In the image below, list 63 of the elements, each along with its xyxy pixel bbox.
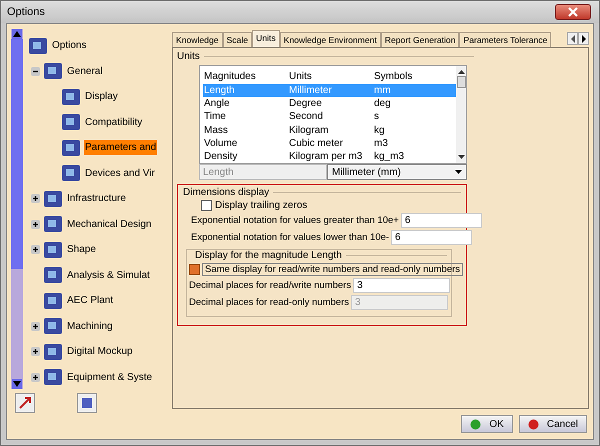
group-title: Display for the magnitude Length	[195, 250, 342, 262]
table-row[interactable]: Angle Degree deg	[203, 97, 456, 110]
table-cell-text: Cubic meter	[288, 138, 344, 149]
group-title: Units	[177, 51, 200, 62]
tree-item[interactable]: Devices and Vir	[84, 166, 156, 181]
window-title: Options	[7, 6, 45, 18]
table-row[interactable]: Volume Cubic meter m3	[203, 136, 456, 150]
tree-item[interactable]: Shape	[66, 242, 97, 258]
table-cell-text: m3	[373, 138, 389, 149]
tree-item[interactable]: AEC Plant	[66, 293, 114, 308]
field-label: Exponential notation for values greater than 10e+	[190, 215, 399, 226]
checkbox-label: Display trailing zeros	[215, 200, 308, 212]
field-label: Exponential notation for values lower than 10e-	[190, 232, 390, 244]
table-cell-text: Time	[203, 111, 227, 122]
unit-dropdown[interactable]: Millimeter (mm)	[327, 164, 467, 180]
input-field[interactable]: 6	[391, 230, 472, 246]
column-header[interactable]: Units	[288, 70, 373, 82]
magnitude-field: Length	[199, 164, 327, 180]
tab[interactable]: Parameters Tolerance	[459, 32, 552, 47]
table-row[interactable]: Density Kilogram per m3 kg_m3	[203, 150, 456, 164]
table-cell-text: deg	[373, 98, 392, 110]
table-cell-text: Mass	[203, 124, 229, 136]
tree-item[interactable]: Display	[84, 89, 119, 104]
table-cell-text: Second	[288, 111, 324, 122]
tree-item[interactable]: Mechanical Design	[66, 216, 152, 232]
input-field[interactable]: 6	[400, 213, 482, 228]
checkbox-label: Same display for read/write numbers and read-only numbers	[202, 263, 464, 276]
input-field[interactable]: 3	[353, 278, 450, 294]
table-cell-text: s	[373, 111, 380, 122]
tree-item[interactable]: Machining	[66, 318, 114, 334]
tree-item[interactable]: Equipment & Syste	[66, 370, 154, 385]
table-cell-text: Angle	[203, 98, 231, 110]
table-cell-text: Degree	[288, 98, 323, 110]
table-row[interactable]: Time Second s	[203, 110, 456, 124]
tab[interactable]: Scale	[222, 32, 252, 47]
table-cell-text: Millimeter	[288, 85, 333, 96]
table-cell-text: Kilogram	[288, 124, 330, 136]
cancel-button[interactable]: Cancel	[518, 415, 587, 433]
table-cell-text: Kilogram per m3	[288, 151, 364, 162]
table-cell-text: kg	[373, 124, 386, 136]
tree-item[interactable]: Infrastructure	[66, 191, 127, 206]
ok-button[interactable]: OK	[461, 415, 513, 433]
column-header[interactable]: Magnitudes	[203, 70, 288, 82]
field-label: Decimal places for read-only numbers	[189, 297, 349, 308]
table-cell-text: Length	[203, 85, 236, 96]
table-cell-text: kg_m3	[373, 151, 406, 162]
table-cell-text: Density	[203, 151, 238, 162]
tree-item[interactable]: Compatibility	[84, 114, 144, 130]
tab[interactable]: Units	[252, 30, 280, 47]
tree-item[interactable]: Digital Mockup	[66, 344, 134, 360]
tab[interactable]: Knowledge	[172, 32, 223, 47]
tree-item[interactable]: Analysis & Simulat	[66, 268, 151, 283]
column-header[interactable]: Symbols	[373, 70, 456, 82]
tree-item[interactable]: Parameters and	[84, 140, 158, 156]
table-cell-text: Volume	[203, 138, 238, 149]
field-label: Decimal places for read/write numbers	[189, 280, 352, 292]
tree-item[interactable]: General	[66, 64, 104, 79]
table-row[interactable]: Mass Kilogram kg	[203, 124, 456, 137]
tab[interactable]: Report Generation	[380, 32, 460, 47]
table-cell-text: mm	[373, 85, 392, 96]
tree-item[interactable]: Options	[51, 38, 88, 54]
group-title: Dimensions display	[183, 187, 270, 198]
tab[interactable]: Knowledge Environment	[280, 32, 381, 47]
